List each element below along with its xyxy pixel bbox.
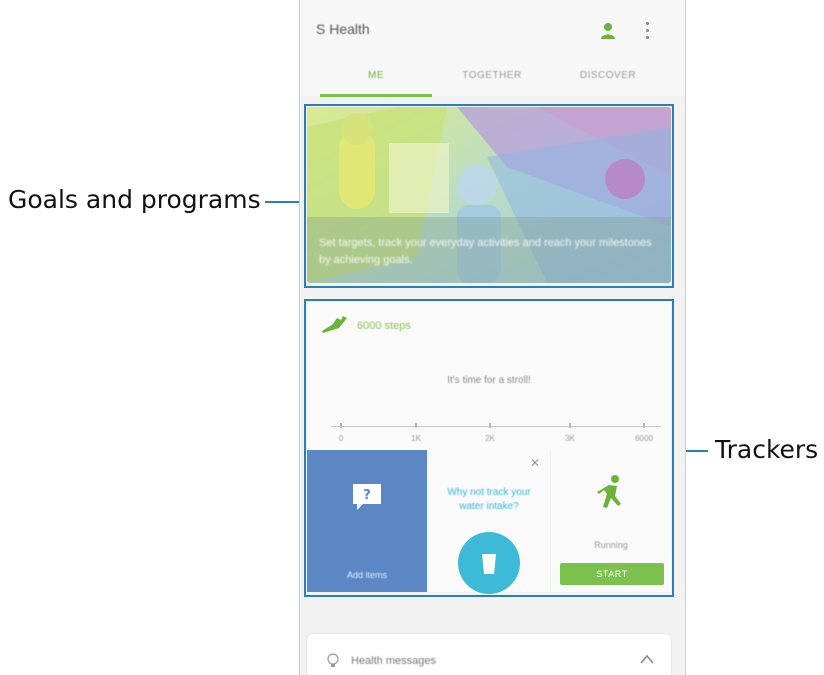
goals-highlight-box bbox=[304, 104, 674, 288]
tab-me[interactable]: ME bbox=[320, 70, 432, 81]
tab-discover[interactable]: DISCOVER bbox=[552, 70, 664, 81]
app-bar: S Health ME TOGETHER DISCOVER bbox=[300, 0, 685, 97]
callout-goals-line bbox=[265, 201, 301, 203]
health-messages-label: Health messages bbox=[351, 655, 436, 667]
tab-together[interactable]: TOGETHER bbox=[436, 70, 548, 81]
more-options-icon[interactable] bbox=[644, 22, 650, 42]
app-title: S Health bbox=[316, 21, 370, 37]
callout-goals-and-programs: Goals and programs bbox=[8, 185, 261, 214]
tab-active-indicator bbox=[320, 94, 432, 97]
health-messages-card[interactable]: Health messages bbox=[307, 634, 671, 675]
chevron-up-icon[interactable] bbox=[639, 652, 655, 670]
callout-trackers: Trackers bbox=[715, 435, 819, 464]
trackers-highlight-box bbox=[304, 299, 674, 597]
profile-icon[interactable] bbox=[600, 22, 616, 40]
lightbulb-icon bbox=[327, 653, 339, 674]
tab-bar: ME TOGETHER DISCOVER bbox=[300, 58, 685, 97]
